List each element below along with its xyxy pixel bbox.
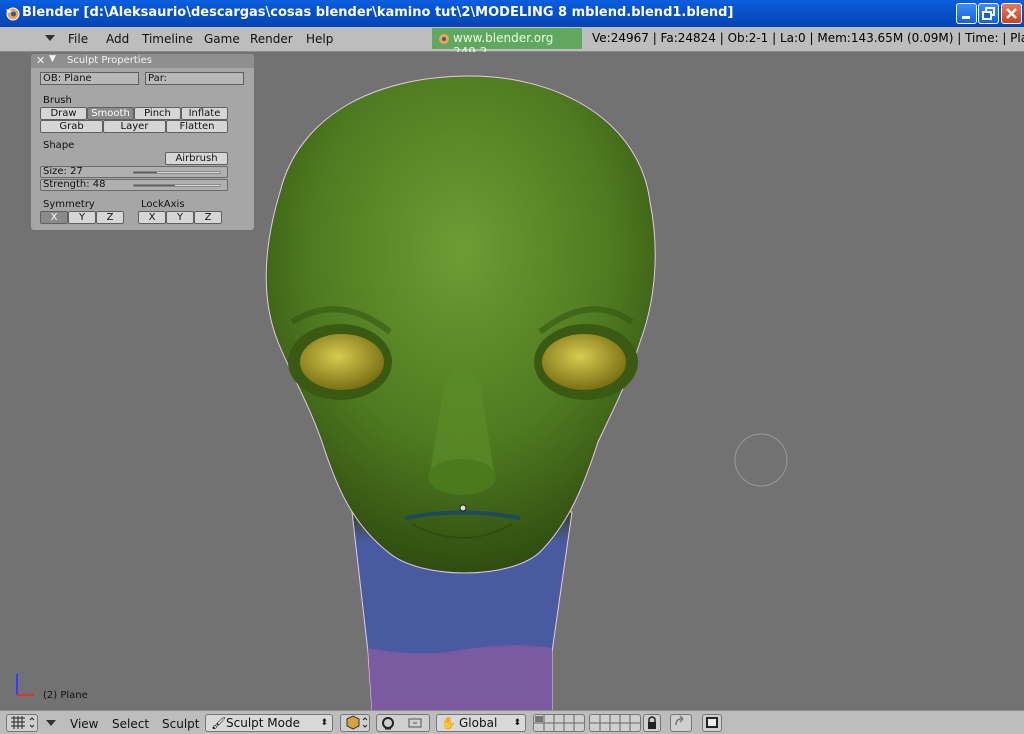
window-title: Blender [d:\Aleksaurio\descargas\cosas b… xyxy=(22,5,734,20)
brush-smooth-button[interactable]: Smooth xyxy=(87,107,134,120)
panel-header[interactable]: ✕ ▼ Sculpt Properties xyxy=(31,54,254,68)
menu-help[interactable]: Help xyxy=(306,32,333,46)
chevron-updown-icon: ⬍ xyxy=(513,718,521,728)
object-name-field[interactable]: OB: Plane xyxy=(40,72,139,85)
3d-view-header: View Select Sculpt 🖌 Sculpt Mode ⬍ ✋ Glo… xyxy=(0,710,1024,734)
right-eye xyxy=(542,334,626,390)
size-fill xyxy=(134,172,158,173)
symmetry-label: Symmetry xyxy=(43,199,95,210)
menu-view[interactable]: View xyxy=(70,717,98,731)
menu-sculpt[interactable]: Sculpt xyxy=(162,717,199,731)
lockaxis-label: LockAxis xyxy=(141,199,185,210)
brush-layer-button[interactable]: Layer xyxy=(103,120,166,133)
mode-selector[interactable]: 🖌 Sculpt Mode ⬍ xyxy=(205,714,333,732)
info-bar: www.blender.org 249.2 Ve:24967 | Fa:2482… xyxy=(432,28,1024,59)
layers-grid-icon xyxy=(590,715,640,731)
size-label: Size: 27 xyxy=(43,166,83,177)
active-object-label: (2) Plane xyxy=(43,690,88,701)
panel-title: Sculpt Properties xyxy=(67,55,152,66)
pivot-selector[interactable] xyxy=(376,714,430,732)
layer-buttons-right[interactable] xyxy=(589,714,641,732)
symmetry-z-toggle[interactable]: Z xyxy=(96,211,124,224)
brush-pinch-button[interactable]: Pinch xyxy=(134,107,181,120)
strength-label: Strength: 48 xyxy=(43,179,106,190)
menu-timeline[interactable]: Timeline xyxy=(142,32,193,46)
size-track xyxy=(133,171,221,174)
blender-logo-icon xyxy=(6,7,20,21)
orientation-value: Global xyxy=(459,716,498,730)
size-slider[interactable]: Size: 27 xyxy=(40,166,228,178)
brush-cursor-icon xyxy=(734,433,788,487)
menu-game[interactable]: Game xyxy=(204,32,240,46)
symmetry-x-toggle[interactable]: X xyxy=(40,211,68,224)
strength-fill xyxy=(134,185,176,186)
lockaxis-y-toggle[interactable]: Y xyxy=(166,211,194,224)
brush-label: Brush xyxy=(43,95,72,106)
shape-label: Shape xyxy=(43,140,75,151)
refresh-icon xyxy=(675,715,684,726)
main-menubar: File Add Timeline Game Render Help www.b… xyxy=(0,27,1024,59)
panel-collapse-icon[interactable]: ▼ xyxy=(49,54,56,64)
close-icon[interactable] xyxy=(1001,3,1022,24)
cube-shading-icon xyxy=(346,715,368,730)
website-link[interactable]: www.blender.org 249.2 xyxy=(432,28,582,59)
menu-select[interactable]: Select xyxy=(112,717,149,731)
menu-add[interactable]: Add xyxy=(106,32,129,46)
layers-grid-icon xyxy=(534,715,584,731)
render-button[interactable] xyxy=(702,714,722,732)
menu-render[interactable]: Render xyxy=(250,32,293,46)
brush-grab-button[interactable]: Grab xyxy=(40,120,103,133)
brush-flatten-button[interactable]: Flatten xyxy=(166,120,228,133)
menu-collapse-icon[interactable] xyxy=(45,35,55,41)
minimize-icon[interactable] xyxy=(956,3,977,24)
strength-track xyxy=(133,184,221,187)
strength-slider[interactable]: Strength: 48 xyxy=(40,179,228,191)
lockaxis-z-toggle[interactable]: Z xyxy=(194,211,222,224)
pivot-icon xyxy=(382,717,422,730)
mode-selector-value: Sculpt Mode xyxy=(226,716,300,730)
draw-type-selector[interactable] xyxy=(340,714,370,732)
pivot-point-icon xyxy=(459,504,467,512)
header-collapse-icon[interactable] xyxy=(46,720,56,726)
hand-icon: ✋ xyxy=(441,716,456,730)
panel-close-icon[interactable]: ✕ xyxy=(36,54,45,67)
menu-file[interactable]: File xyxy=(68,32,88,46)
sculpt-brush-icon: 🖌 xyxy=(211,716,227,730)
lock-layers-button[interactable] xyxy=(643,714,661,732)
left-eye xyxy=(300,334,384,390)
maximize-icon[interactable] xyxy=(978,3,999,24)
undo-history-button[interactable] xyxy=(670,714,692,732)
window-title-bar: Blender [d:\Aleksaurio\descargas\cosas b… xyxy=(0,0,1024,27)
brush-draw-button[interactable]: Draw xyxy=(40,107,87,120)
editor-type-selector[interactable] xyxy=(6,714,38,732)
lockaxis-x-toggle[interactable]: X xyxy=(138,211,166,224)
grid-icon xyxy=(11,716,35,729)
lock-icon xyxy=(648,716,656,729)
sculpt-properties-panel: ✕ ▼ Sculpt Properties OB: Plane Par: Bru… xyxy=(31,54,254,230)
scene-stats: Ve:24967 | Fa:24824 | Ob:2-1 | La:0 | Me… xyxy=(592,31,1024,45)
image-icon xyxy=(706,717,718,728)
layer-buttons-left[interactable] xyxy=(533,714,585,732)
symmetry-y-toggle[interactable]: Y xyxy=(68,211,96,224)
brush-inflate-button[interactable]: Inflate xyxy=(181,107,228,120)
transform-orientation-selector[interactable]: ✋ Global ⬍ xyxy=(436,714,526,732)
airbrush-toggle[interactable]: Airbrush xyxy=(165,152,228,165)
blender-small-icon xyxy=(439,34,449,44)
parent-field[interactable]: Par: xyxy=(145,72,244,85)
chevron-updown-icon: ⬍ xyxy=(320,718,328,728)
